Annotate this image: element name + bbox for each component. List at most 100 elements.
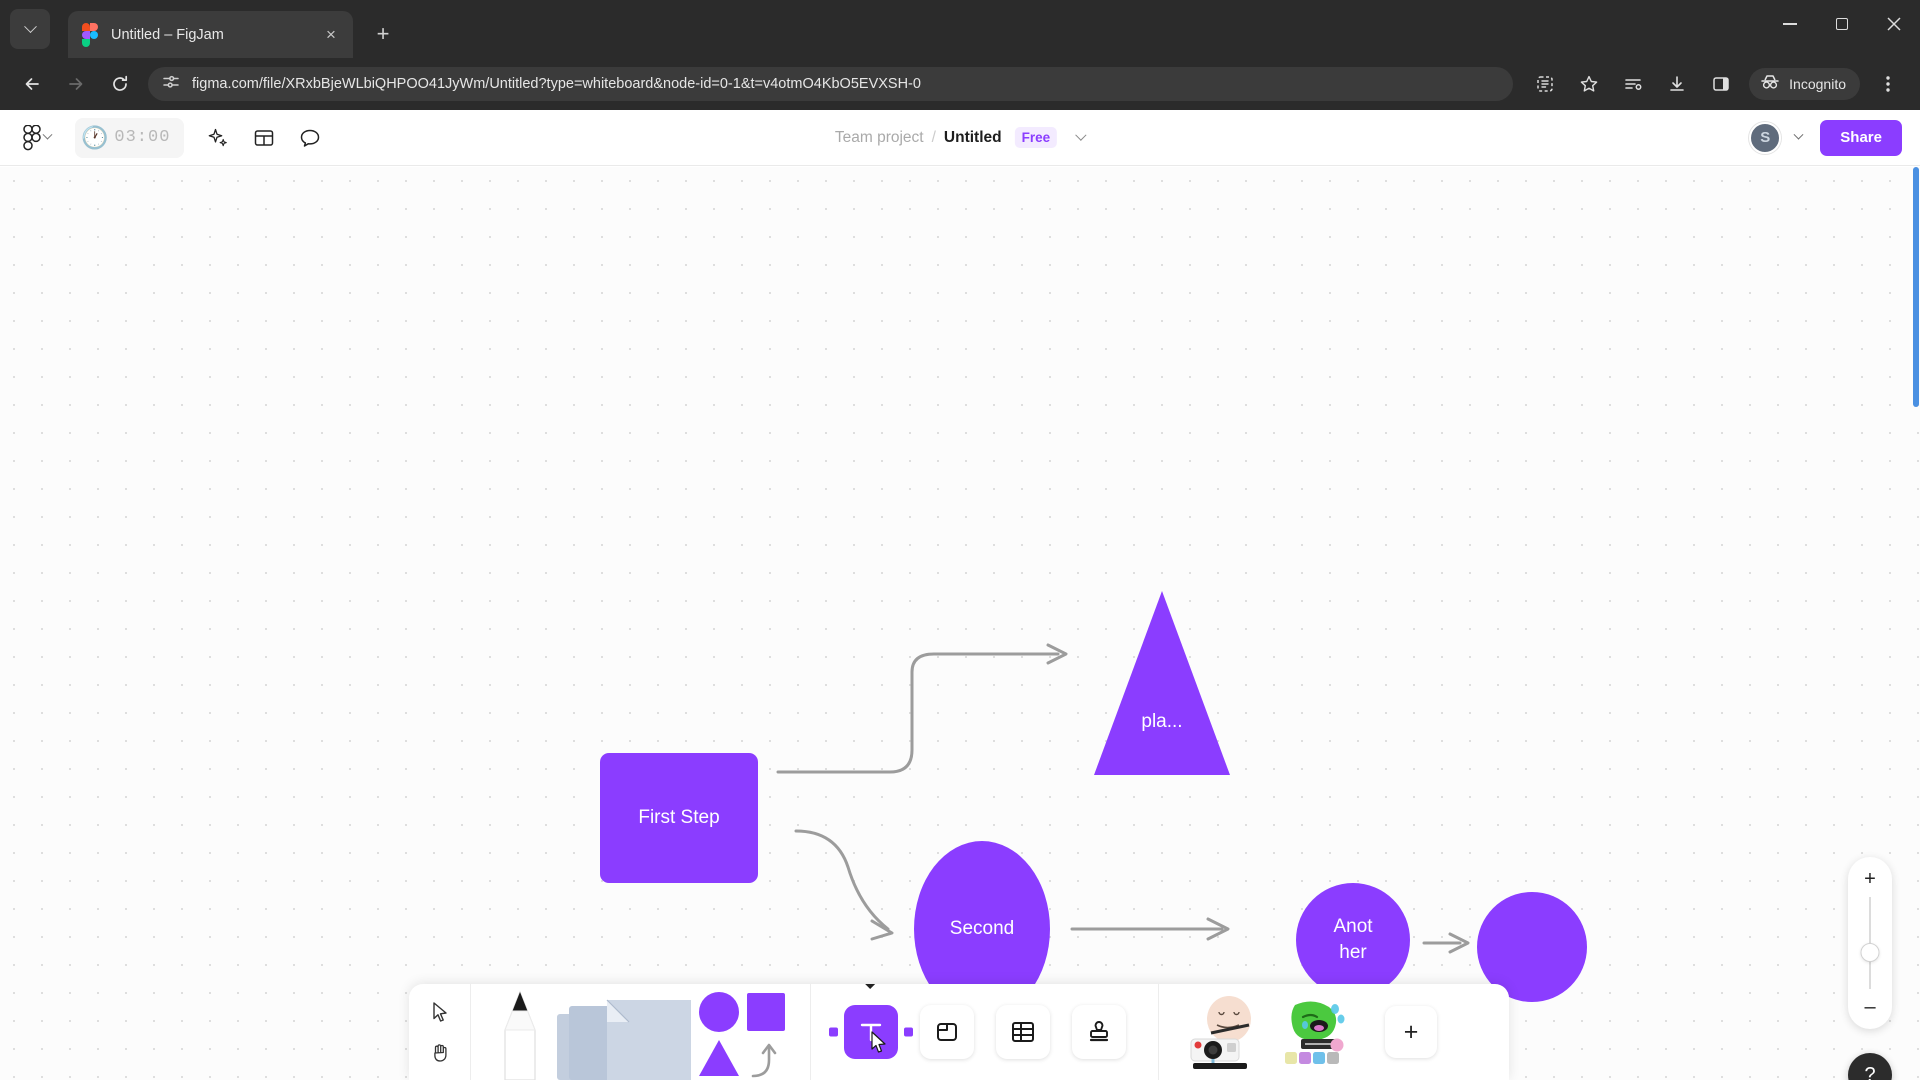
vertical-scrollbar[interactable]: [1913, 167, 1919, 407]
layout-button[interactable]: [244, 118, 284, 158]
table-grid-icon: [1011, 1022, 1034, 1042]
stamp-icon: [1089, 1021, 1108, 1042]
omnibox-actions: Incognito: [1523, 66, 1910, 102]
three-dot-menu-icon[interactable]: [1870, 66, 1906, 102]
incognito-indicator[interactable]: Incognito: [1749, 68, 1860, 100]
ai-actions-button[interactable]: [198, 118, 238, 158]
zoom-in-button[interactable]: +: [1864, 869, 1876, 889]
timer-button[interactable]: 🕐 03:00: [75, 117, 185, 158]
chevron-down-icon[interactable]: [1075, 129, 1087, 141]
address-bar[interactable]: figma.com/file/XRxbBjeWLbiQHPOO41JyWm/Un…: [148, 67, 1514, 101]
comment-bubble-icon: [301, 129, 320, 147]
reload-icon[interactable]: [102, 66, 138, 102]
browser-tab[interactable]: Untitled – FigJam ×: [68, 11, 353, 58]
selection-handle-left: [828, 1027, 838, 1037]
green-monster-sticker-icon: [1285, 1001, 1345, 1064]
zoom-control[interactable]: + –: [1848, 857, 1892, 1029]
camera-sticker-icon: [1190, 996, 1251, 1069]
figjam-canvas[interactable]: First Step pla... Second Anot her + – ?: [0, 167, 1920, 1080]
canvas-node-another[interactable]: Anot her: [1296, 883, 1410, 997]
reading-list-icon[interactable]: [1527, 66, 1563, 102]
mouse-pointer-icon: [870, 1031, 886, 1053]
minimize-icon[interactable]: [1764, 0, 1816, 48]
table-tool[interactable]: [995, 1005, 1050, 1059]
stamp-tool[interactable]: [1071, 1005, 1126, 1059]
figjam-application: 🕐 03:00 Team project / Untitled Free S S…: [0, 110, 1920, 1080]
widget-photo-booth[interactable]: [1183, 995, 1267, 1069]
creative-tool-group: [471, 984, 811, 1080]
incognito-label: Incognito: [1789, 76, 1846, 92]
connector-first-to-triangle: [776, 652, 1060, 774]
close-icon[interactable]: [1868, 0, 1920, 48]
site-settings-icon[interactable]: [162, 73, 180, 96]
marker-pen-icon: [504, 990, 536, 1080]
tab-strip: Untitled – FigJam × +: [0, 0, 1920, 58]
widget-sticker-pack[interactable]: [1275, 995, 1359, 1069]
side-panel-icon[interactable]: [1703, 66, 1739, 102]
text-tool[interactable]: Text T: [828, 1005, 913, 1059]
avatar[interactable]: S: [1749, 121, 1782, 154]
figma-logo-icon: [23, 124, 41, 150]
figma-logo-icon: [82, 22, 99, 47]
move-tool[interactable]: [423, 997, 457, 1027]
triangle-shape: [1094, 591, 1230, 775]
shapes-tool[interactable]: [697, 984, 793, 1080]
connector-first-to-second: [794, 829, 890, 931]
cast-icon[interactable]: [1615, 66, 1651, 102]
sticky-note-tool[interactable]: [551, 984, 697, 1080]
shapes-and-connector-icon: [699, 992, 785, 1078]
object-tool-group: Text T: [811, 984, 1159, 1080]
window-controls: [1764, 0, 1920, 48]
pen-tool[interactable]: [489, 984, 551, 1080]
sticky-note-icon: [557, 999, 691, 1080]
cursor-tool-group: [409, 984, 471, 1080]
browser-chrome: Untitled – FigJam × + figma.com/file/XRx…: [0, 0, 1920, 110]
maximize-icon[interactable]: [1816, 0, 1868, 48]
hand-icon: [433, 1044, 447, 1062]
incognito-icon: [1759, 73, 1781, 96]
canvas-node-first-step[interactable]: First Step: [600, 753, 758, 883]
section-tool[interactable]: [919, 1005, 974, 1059]
timer-star-icon: 🕐: [81, 124, 109, 150]
canvas-node-triangle[interactable]: pla...: [1094, 591, 1230, 775]
node-label: First Step: [638, 807, 720, 829]
zoom-out-button[interactable]: –: [1864, 997, 1875, 1017]
hand-tool[interactable]: [423, 1037, 457, 1067]
new-tab-button[interactable]: +: [367, 18, 399, 50]
tab-search-button[interactable]: [10, 9, 50, 49]
breadcrumb-project[interactable]: Team project: [835, 129, 924, 147]
navigation-bar: figma.com/file/XRxbBjeWLbiQHPOO41JyWm/Un…: [0, 58, 1920, 110]
comment-button[interactable]: [290, 118, 330, 158]
section-frame-icon: [936, 1023, 957, 1041]
tab-title: Untitled – FigJam: [111, 26, 224, 43]
breadcrumb-separator: /: [931, 128, 936, 146]
widget-group: +: [1159, 984, 1509, 1080]
chevron-down-icon[interactable]: [1793, 129, 1804, 140]
close-icon[interactable]: ×: [319, 23, 343, 47]
chevron-down-icon: [42, 129, 53, 140]
node-label: Anot her: [1333, 916, 1373, 963]
selection-handle-right: [903, 1027, 913, 1037]
chevron-down-icon: [23, 19, 37, 33]
layout-grid-icon: [255, 129, 274, 146]
toolbar-left-group: 🕐 03:00: [0, 117, 330, 158]
figma-main-menu-button[interactable]: [14, 118, 59, 158]
toolbar-right-group: S Share: [1749, 119, 1920, 156]
status-badge[interactable]: Free: [1014, 127, 1058, 148]
node-label: Second: [949, 918, 1015, 940]
download-icon[interactable]: [1659, 66, 1695, 102]
back-arrow-icon[interactable]: [14, 66, 50, 102]
share-button[interactable]: Share: [1820, 119, 1902, 156]
figjam-bottom-toolbar: Text T: [409, 984, 1509, 1080]
timer-value: 03:00: [114, 128, 171, 147]
zoom-slider-track[interactable]: [1860, 897, 1880, 989]
forward-arrow-icon[interactable]: [58, 66, 94, 102]
star-icon[interactable]: [1571, 66, 1607, 102]
zoom-slider-thumb[interactable]: [1860, 943, 1880, 962]
cursor-arrow-icon: [432, 1002, 447, 1022]
figma-top-toolbar: 🕐 03:00 Team project / Untitled Free S S…: [0, 110, 1920, 166]
breadcrumb: Team project / Untitled Free: [835, 127, 1087, 148]
url-text: figma.com/file/XRxbBjeWLbiQHPOO41JyWm/Un…: [192, 76, 921, 92]
add-widget-button[interactable]: +: [1385, 1006, 1437, 1058]
page-title[interactable]: Untitled: [944, 129, 1002, 147]
